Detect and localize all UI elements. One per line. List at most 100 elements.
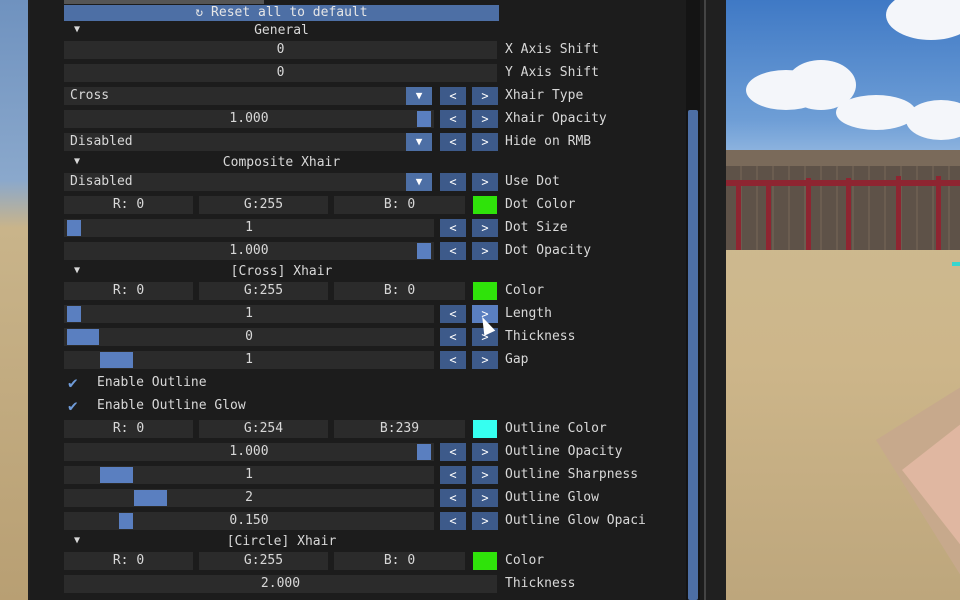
slider-grab[interactable] (100, 352, 133, 368)
use-dot-label: Use Dot (505, 174, 560, 189)
hide-on-rmb-next-button[interactable]: > (472, 133, 498, 151)
outline-color-b-input[interactable]: B:239 (334, 420, 465, 438)
outline-opacity-dec-button[interactable]: < (440, 443, 466, 461)
outline-glow-opacity-dec-button[interactable]: < (440, 512, 466, 530)
outline-glow-inc-button[interactable]: > (472, 489, 498, 507)
circle-color-r-input[interactable]: R: 0 (64, 552, 193, 570)
reset-label: Reset all to default (211, 5, 368, 20)
slider-grab[interactable] (67, 306, 81, 322)
hide-on-rmb-label: Hide on RMB (505, 134, 592, 149)
gap-inc-button[interactable]: > (472, 351, 498, 369)
slider-grab[interactable] (134, 490, 167, 506)
panel-border (704, 0, 706, 600)
outline-sharpness-value: 1 (245, 467, 253, 482)
dot-size-slider[interactable]: 1 (64, 219, 434, 237)
outline-sharpness-dec-button[interactable]: < (440, 466, 466, 484)
circle-color-swatch[interactable] (473, 552, 497, 570)
xhair-opacity-inc-button[interactable]: > (472, 110, 498, 128)
dot-size-inc-button[interactable]: > (472, 219, 498, 237)
gap-slider[interactable]: 1 (64, 351, 434, 369)
outline-color-swatch[interactable] (473, 420, 497, 438)
outline-glow-label: Outline Glow (505, 490, 599, 505)
outline-glow-opacity-slider[interactable]: 0.150 (64, 512, 434, 530)
section-general[interactable]: General (64, 22, 499, 40)
gap-label: Gap (505, 352, 529, 367)
scrollbar-thumb[interactable] (688, 110, 698, 600)
checkmark-icon[interactable]: ✔ (68, 374, 78, 392)
checkmark-icon[interactable]: ✔ (68, 397, 78, 415)
thickness-value: 0 (245, 329, 253, 344)
cross-color-r-input[interactable]: R: 0 (64, 282, 193, 300)
length-dec-button[interactable]: < (440, 305, 466, 323)
slider-grab[interactable] (100, 467, 133, 483)
slider-grab[interactable] (417, 243, 431, 259)
dot-size-dec-button[interactable]: < (440, 219, 466, 237)
dot-color-swatch[interactable] (473, 196, 497, 214)
outline-opacity-slider[interactable]: 1.000 (64, 443, 434, 461)
dot-size-label: Dot Size (505, 220, 568, 235)
xhair-opacity-dec-button[interactable]: < (440, 110, 466, 128)
thickness-dec-button[interactable]: < (440, 328, 466, 346)
cross-color-g-input[interactable]: G:255 (199, 282, 328, 300)
outline-sharpness-slider[interactable]: 1 (64, 466, 434, 484)
dot-opacity-slider[interactable]: 1.000 (64, 242, 434, 260)
xhair-opacity-slider[interactable]: 1.000 (64, 110, 434, 128)
length-value: 1 (245, 306, 253, 321)
section-composite[interactable]: Composite Xhair (64, 154, 499, 172)
gap-dec-button[interactable]: < (440, 351, 466, 369)
dot-color-r-input[interactable]: R: 0 (64, 196, 193, 214)
reset-all-button[interactable]: ↻ Reset all to default (64, 5, 499, 21)
enable-outline-glow-checkbox[interactable]: Enable Outline Glow (97, 397, 246, 415)
outline-color-g-input[interactable]: G:254 (199, 420, 328, 438)
circle-color-g-input[interactable]: G:255 (199, 552, 328, 570)
outline-opacity-inc-button[interactable]: > (472, 443, 498, 461)
use-dot-prev-button[interactable]: < (440, 173, 466, 191)
dot-color-b-input[interactable]: B: 0 (334, 196, 465, 214)
slider-grab[interactable] (67, 329, 99, 345)
outline-glow-slider[interactable]: 2 (64, 489, 434, 507)
dot-opacity-inc-button[interactable]: > (472, 242, 498, 260)
use-dot-next-button[interactable]: > (472, 173, 498, 191)
x-axis-shift-input[interactable]: 0 (64, 41, 497, 59)
xhair-opacity-label: Xhair Opacity (505, 111, 607, 126)
section-circle[interactable]: [Circle] Xhair (64, 533, 499, 551)
xhair-type-combo[interactable]: Cross (64, 87, 406, 105)
gap-value: 1 (245, 352, 253, 367)
chevron-down-icon[interactable]: ▼ (406, 173, 432, 191)
slider-grab[interactable] (67, 220, 81, 236)
outline-color-r-input[interactable]: R: 0 (64, 420, 193, 438)
outline-glow-opacity-inc-button[interactable]: > (472, 512, 498, 530)
y-axis-shift-input[interactable]: 0 (64, 64, 497, 82)
use-dot-combo[interactable]: Disabled (64, 173, 406, 191)
outline-glow-dec-button[interactable]: < (440, 489, 466, 507)
outline-sharpness-label: Outline Sharpness (505, 467, 639, 482)
chevron-down-icon[interactable]: ▼ (406, 87, 432, 105)
outline-sharpness-inc-button[interactable]: > (472, 466, 498, 484)
circle-thickness-input[interactable]: 2.000 (64, 575, 497, 593)
cross-color-swatch[interactable] (473, 282, 497, 300)
xhair-type-prev-button[interactable]: < (440, 87, 466, 105)
chevron-down-icon[interactable]: ▼ (406, 133, 432, 151)
outline-glow-opacity-value: 0.150 (229, 513, 269, 528)
hide-on-rmb-prev-button[interactable]: < (440, 133, 466, 151)
thickness-slider[interactable]: 0 (64, 328, 434, 346)
cross-color-b-input[interactable]: B: 0 (334, 282, 465, 300)
circle-color-label: Color (505, 553, 545, 568)
thickness-label: Thickness (505, 329, 576, 344)
game-viewport-left (0, 0, 28, 600)
dot-opacity-dec-button[interactable]: < (440, 242, 466, 260)
xhair-type-next-button[interactable]: > (472, 87, 498, 105)
dot-size-value: 1 (245, 220, 253, 235)
dot-color-g-input[interactable]: G:255 (199, 196, 328, 214)
dot-opacity-value: 1.000 (229, 243, 269, 258)
slider-grab[interactable] (417, 444, 431, 460)
section-cross[interactable]: [Cross] Xhair (64, 263, 499, 281)
hide-on-rmb-combo[interactable]: Disabled (64, 133, 406, 151)
outline-color-label: Outline Color (505, 421, 607, 436)
slider-grab[interactable] (119, 513, 133, 529)
slider-grab[interactable] (417, 111, 431, 127)
circle-color-b-input[interactable]: B: 0 (334, 552, 465, 570)
game-viewport-right (726, 0, 960, 600)
enable-outline-checkbox[interactable]: Enable Outline (97, 374, 207, 392)
length-slider[interactable]: 1 (64, 305, 434, 323)
